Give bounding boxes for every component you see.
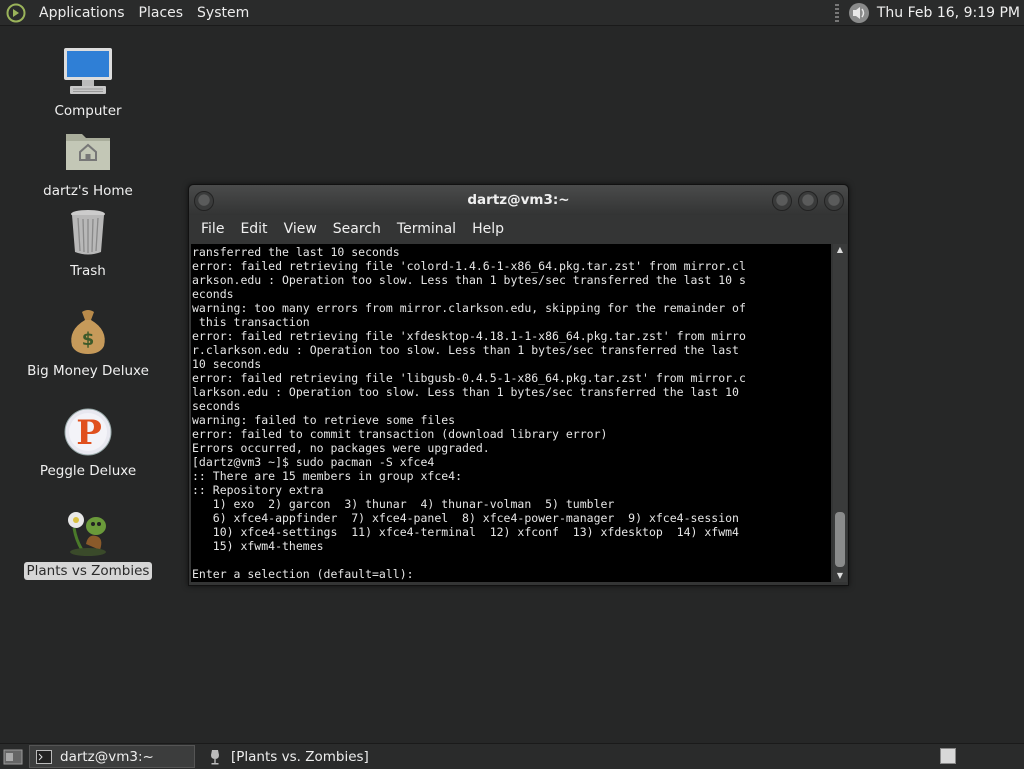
desktop-icon-label: Big Money Deluxe bbox=[27, 363, 149, 379]
places-menu[interactable]: Places bbox=[132, 5, 191, 21]
desktop-icon-home[interactable]: dartz's Home bbox=[18, 124, 158, 200]
panel-separator bbox=[834, 3, 839, 22]
volume-icon[interactable] bbox=[847, 2, 871, 24]
top-panel-tray: Thu Feb 16, 9:19 PM bbox=[834, 0, 1020, 25]
menu-view[interactable]: View bbox=[276, 221, 325, 237]
minimize-button[interactable] bbox=[772, 191, 792, 211]
terminal-icon bbox=[36, 749, 52, 764]
window-title: dartz@vm3:~ bbox=[467, 192, 570, 208]
wine-icon bbox=[211, 749, 219, 764]
terminal-window: dartz@vm3:~ File Edit View Search Termin… bbox=[188, 184, 849, 586]
desktop-icon-label: Trash bbox=[70, 263, 106, 279]
svg-text:P: P bbox=[76, 413, 102, 453]
trash-icon bbox=[71, 210, 105, 255]
computer-icon bbox=[64, 48, 112, 94]
scroll-thumb[interactable] bbox=[835, 512, 845, 567]
maximize-button[interactable] bbox=[798, 191, 818, 211]
taskbar-item-terminal[interactable]: dartz@vm3:~ bbox=[29, 745, 195, 768]
system-menu[interactable]: System bbox=[190, 5, 256, 21]
home-folder-icon bbox=[66, 134, 110, 170]
bottom-panel: dartz@vm3:~ [Plants vs. Zombies] bbox=[0, 743, 1024, 769]
close-button[interactable] bbox=[824, 191, 844, 211]
desktop-icon-label: Computer bbox=[54, 103, 122, 119]
menu-help[interactable]: Help bbox=[464, 221, 512, 237]
terminal-menubar: File Edit View Search Terminal Help bbox=[189, 215, 848, 243]
svg-text:$: $ bbox=[82, 329, 95, 350]
taskbar-item-label: [Plants vs. Zombies] bbox=[231, 748, 369, 765]
menu-file[interactable]: File bbox=[193, 221, 232, 237]
desktop-icon-plants-vs-zombies[interactable]: Plants vs Zombies bbox=[18, 504, 158, 580]
desktop-icon-label: Plants vs Zombies bbox=[23, 562, 153, 580]
peggle-icon: P bbox=[64, 408, 112, 456]
scroll-down-icon[interactable]: ▼ bbox=[833, 570, 847, 582]
desktop-icon-big-money[interactable]: $ Big Money Deluxe bbox=[18, 304, 158, 380]
taskbar-item-label: dartz@vm3:~ bbox=[60, 748, 154, 765]
terminal-titlebar[interactable]: dartz@vm3:~ bbox=[189, 185, 848, 215]
menu-search[interactable]: Search bbox=[325, 221, 389, 237]
clock[interactable]: Thu Feb 16, 9:19 PM bbox=[877, 5, 1020, 21]
top-panel: Applications Places System Thu Feb 16, 9… bbox=[0, 0, 1024, 26]
scroll-up-icon[interactable]: ▲ bbox=[833, 244, 847, 256]
show-desktop-icon[interactable] bbox=[3, 748, 23, 766]
window-menu-button[interactable] bbox=[194, 191, 214, 211]
money-bag-icon: $ bbox=[71, 310, 105, 354]
workspace-switcher-icon[interactable] bbox=[940, 748, 956, 764]
desktop-icon-computer[interactable]: Computer bbox=[18, 44, 158, 120]
desktop-icon-label: Peggle Deluxe bbox=[39, 463, 137, 479]
plants-vs-zombies-icon bbox=[68, 512, 106, 556]
desktop-icon-trash[interactable]: Trash bbox=[18, 204, 158, 280]
distro-logo-icon[interactable] bbox=[6, 3, 26, 23]
applications-menu[interactable]: Applications bbox=[32, 5, 132, 21]
desktop-icon-label: dartz's Home bbox=[43, 183, 133, 199]
menu-edit[interactable]: Edit bbox=[232, 221, 275, 237]
terminal-text: ransferred the last 10 seconds error: fa… bbox=[192, 245, 746, 581]
terminal-scrollbar[interactable]: ▲ ▼ bbox=[833, 244, 847, 582]
taskbar-item-plants-vs-zombies[interactable]: [Plants vs. Zombies] bbox=[201, 746, 375, 767]
desktop-icon-peggle[interactable]: P Peggle Deluxe bbox=[18, 404, 158, 480]
terminal-output[interactable]: ransferred the last 10 seconds error: fa… bbox=[191, 244, 831, 582]
menu-terminal[interactable]: Terminal bbox=[389, 221, 464, 237]
